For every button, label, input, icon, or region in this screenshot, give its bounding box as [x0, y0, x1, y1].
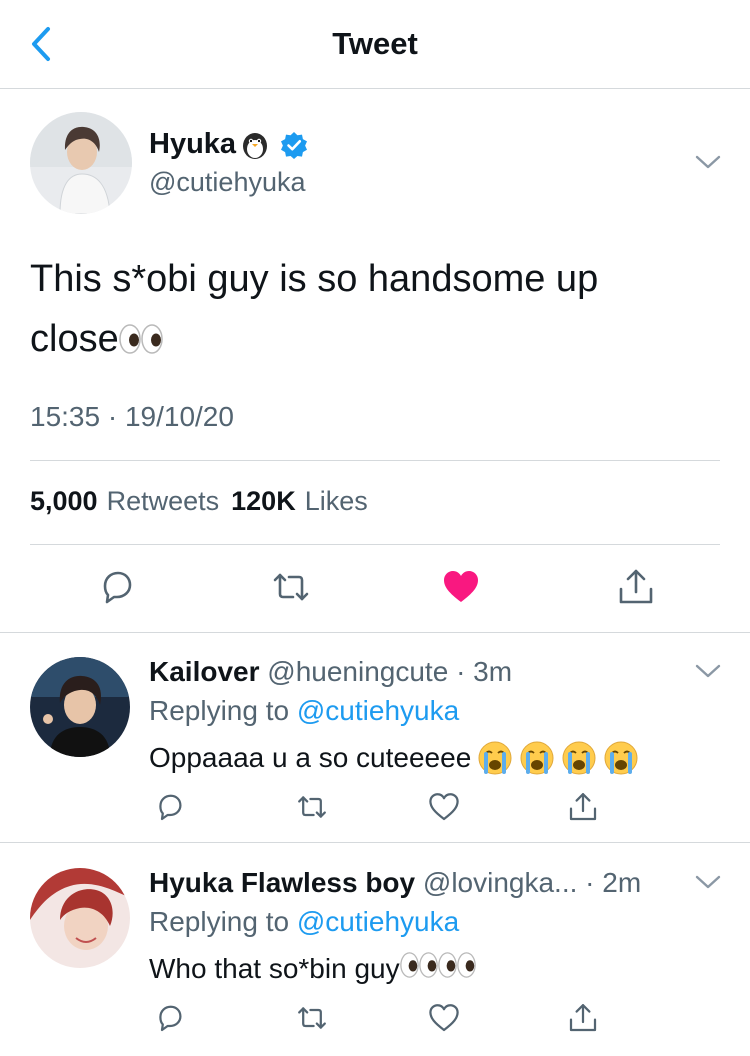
avatar[interactable] [30, 868, 130, 968]
chevron-down-icon[interactable] [695, 874, 721, 890]
like-icon[interactable] [428, 1002, 460, 1034]
sob-emoji [604, 741, 638, 775]
divider [30, 460, 720, 461]
retweets-stat[interactable]: 5,000 Retweets [30, 486, 219, 517]
avatar[interactable] [30, 112, 132, 214]
tweet-text-line: close [30, 309, 710, 373]
eyes-emoji [437, 951, 476, 986]
share-icon[interactable] [616, 567, 656, 607]
replying-to: Replying to @cutiehyuka [149, 695, 459, 727]
page-title: Tweet [332, 26, 418, 61]
share-icon[interactable] [567, 791, 599, 823]
like-icon[interactable] [428, 791, 460, 823]
likes-count: 120K [231, 486, 296, 516]
reply-tweet: Hyuka Flawless boy @lovingka... · 2m Rep… [0, 844, 750, 1056]
reply-actions [0, 791, 750, 827]
likes-label: Likes [304, 486, 368, 516]
divider [30, 544, 720, 545]
reply-author-meta[interactable]: @hueningcute · 3m [267, 656, 512, 687]
reply-author-name[interactable]: Hyuka Flawless boy [149, 867, 415, 898]
eyes-emoji [399, 951, 438, 986]
author-name-row: Hyuka [149, 128, 308, 161]
mention-link[interactable]: @cutiehyuka [297, 906, 459, 937]
reply-text: Who that so*bin guy [149, 951, 476, 986]
tweet-timestamp[interactable]: 15:35 · 19/10/20 [30, 401, 234, 433]
retweets-count: 5,000 [30, 486, 98, 516]
reply-tweet: Kailover @hueningcute · 3m Replying to @… [0, 633, 750, 843]
main-tweet: Hyuka @cutiehyuka This s*obi guy is so h… [0, 89, 750, 633]
reply-text-content: Who that so*bin guy [149, 952, 400, 984]
share-icon[interactable] [567, 1002, 599, 1034]
reply-actions [0, 1002, 750, 1038]
replying-to: Replying to @cutiehyuka [149, 906, 459, 938]
sob-emoji [478, 741, 512, 775]
reply-icon[interactable] [97, 567, 137, 607]
tweet-text-line: This s*obi guy is so handsome up [30, 258, 599, 300]
reply-icon[interactable] [154, 1002, 186, 1034]
reply-author-name[interactable]: Kailover [149, 656, 260, 687]
sob-emoji [520, 741, 554, 775]
like-icon[interactable] [441, 567, 481, 607]
penguin-emoji [240, 130, 270, 160]
reply-text: Oppaaaa u a so cuteeeee [149, 740, 639, 776]
reply-icon[interactable] [154, 791, 186, 823]
reply-author-meta[interactable]: @lovingka... · 2m [423, 867, 641, 898]
sob-emoji [562, 741, 596, 775]
retweet-icon[interactable] [271, 567, 311, 607]
eyes-emoji [118, 313, 163, 373]
tweet-stats: 5,000 Retweets 120K Likes [30, 486, 368, 517]
avatar[interactable] [30, 657, 130, 757]
author-handle[interactable]: @cutiehyuka [149, 167, 306, 198]
tweet-text-fragment: close [30, 318, 119, 360]
mention-link[interactable]: @cutiehyuka [297, 695, 459, 726]
retweet-icon[interactable] [296, 1002, 328, 1034]
retweet-icon[interactable] [296, 791, 328, 823]
chevron-down-icon[interactable] [695, 154, 721, 170]
replying-prefix: Replying to [149, 906, 290, 937]
tweet-text: This s*obi guy is so handsome up close [30, 249, 710, 373]
top-bar: Tweet [0, 0, 750, 89]
retweets-label: Retweets [106, 486, 220, 516]
reply-header: Kailover @hueningcute · 3m [149, 656, 512, 688]
chevron-down-icon[interactable] [695, 663, 721, 679]
likes-stat[interactable]: 120K Likes [231, 486, 368, 517]
replying-prefix: Replying to [149, 695, 290, 726]
verified-badge-icon [280, 131, 308, 159]
reply-text-content: Oppaaaa u a so cuteeeee [149, 742, 472, 773]
author-name[interactable]: Hyuka [149, 128, 236, 161]
tweet-actions [0, 567, 750, 611]
reply-header: Hyuka Flawless boy @lovingka... · 2m [149, 867, 641, 899]
